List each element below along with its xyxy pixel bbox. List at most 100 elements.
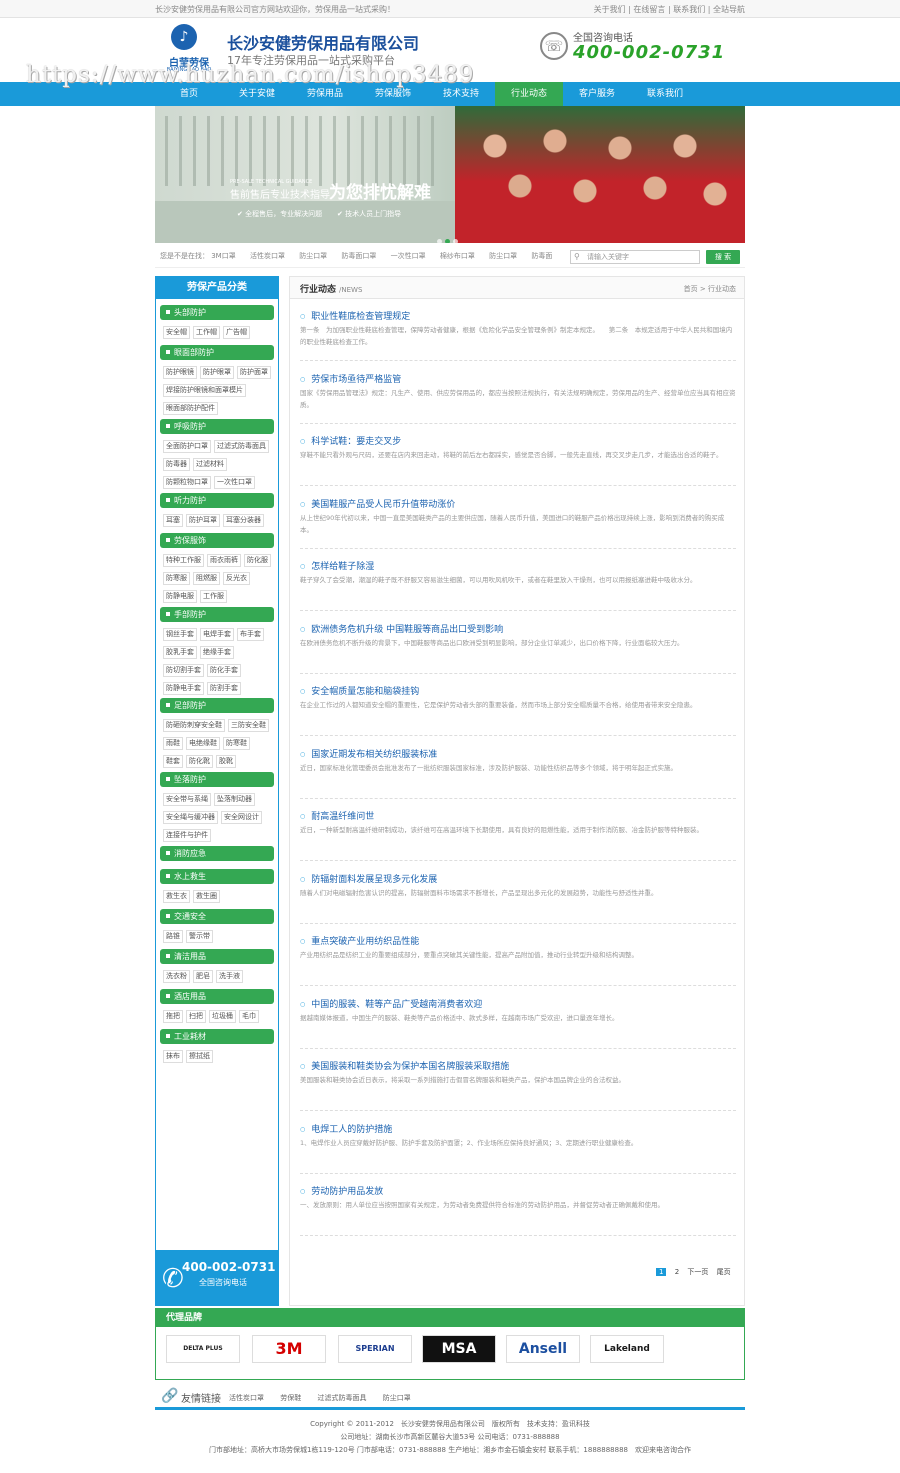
sidebar-category[interactable]: 呼吸防护 <box>160 419 274 434</box>
news-item-title[interactable]: 欧洲债务危机升级 中国鞋服等商品出口受到影响 <box>300 622 503 635</box>
sidebar-link[interactable]: 救生衣 <box>163 890 190 903</box>
news-item-title[interactable]: 安全帽质量怎能和脑袋挂钩 <box>300 684 419 697</box>
banner[interactable]: PRE-SALE TECHNICAL GUIDANCE 售前售后专业技术指导 为… <box>155 106 745 243</box>
page-next[interactable]: 下一页 <box>687 1267 708 1277</box>
sidebar-category[interactable]: 水上救生 <box>160 869 274 884</box>
friend-link[interactable]: 劳保鞋 <box>280 1394 301 1402</box>
sidebar-link[interactable]: 电焊手套 <box>200 628 234 641</box>
sidebar-link[interactable]: 三防安全鞋 <box>228 719 269 732</box>
sidebar-link[interactable]: 擦拭纸 <box>186 1050 213 1063</box>
sidebar-link[interactable]: 安全绳与缓冲器 <box>163 811 218 824</box>
search-input[interactable]: ⚲ 请输入关键字 <box>570 250 700 264</box>
banner-dot[interactable] <box>453 239 458 243</box>
sidebar-link[interactable]: 工作帽 <box>193 326 220 339</box>
sidebar-link[interactable]: 防静电服 <box>163 590 197 603</box>
sidebar-link[interactable]: 防化手套 <box>207 664 241 677</box>
sidebar-link[interactable]: 防寒鞋 <box>223 737 250 750</box>
brand-logo[interactable]: DELTA PLUS <box>166 1335 240 1363</box>
nav-service[interactable]: 客户服务 <box>563 82 631 106</box>
sidebar-link[interactable]: 防切割手套 <box>163 664 204 677</box>
sidebar-link[interactable]: 眼面部防护配件 <box>163 402 218 415</box>
sidebar-category[interactable]: 消防应急 <box>160 846 274 861</box>
sidebar-link[interactable]: 全面防护口罩 <box>163 440 211 453</box>
news-item-title[interactable]: 国家近期发布相关纺织服装标准 <box>300 747 437 760</box>
hot-keyword[interactable]: 活性炭口罩 <box>250 252 285 260</box>
nav-contact[interactable]: 联系我们 <box>631 82 699 106</box>
news-item-title[interactable]: 科学试鞋：要走交叉步 <box>300 434 401 447</box>
sidebar-link[interactable]: 坠落制动器 <box>214 793 255 806</box>
sidebar-link[interactable]: 广告帽 <box>223 326 250 339</box>
sidebar-category[interactable]: 劳保服饰 <box>160 533 274 548</box>
news-item-title[interactable]: 怎样给鞋子除湿 <box>300 559 374 572</box>
breadcrumb[interactable]: 首页 > 行业动态 <box>684 284 736 294</box>
sidebar-link[interactable]: 肥皂 <box>193 970 213 983</box>
brand-logo[interactable]: 3M <box>252 1335 326 1363</box>
top-links[interactable]: 关于我们 | 在线留言 | 联系我们 | 全站导航 <box>594 4 745 15</box>
sidebar-link[interactable]: 胶乳手套 <box>163 646 197 659</box>
sidebar-category[interactable]: 足部防护 <box>160 698 274 713</box>
brand-logo[interactable]: Ansell <box>506 1335 580 1363</box>
sidebar-link[interactable]: 安全网设计 <box>221 811 262 824</box>
news-item-title[interactable]: 美国鞋服产品受人民币升值带动涨价 <box>300 497 455 510</box>
page-last[interactable]: 尾页 <box>717 1267 731 1277</box>
sidebar-link[interactable]: 安全帽 <box>163 326 190 339</box>
sidebar-link[interactable]: 特种工作服 <box>163 554 204 567</box>
sidebar-link[interactable]: 洗衣粉 <box>163 970 190 983</box>
sidebar-link[interactable]: 防护耳罩 <box>186 514 220 527</box>
page-current[interactable]: 1 <box>656 1268 667 1276</box>
sidebar-link[interactable]: 防砸防刺穿安全鞋 <box>163 719 225 732</box>
sidebar-link[interactable]: 洗手液 <box>216 970 243 983</box>
sidebar-category[interactable]: 眼面部防护 <box>160 345 274 360</box>
news-item-title[interactable]: 劳保市场亟待严格监管 <box>300 372 401 385</box>
news-item-title[interactable]: 劳动防护用品发放 <box>300 1184 383 1197</box>
sidebar-category[interactable]: 清洁用品 <box>160 949 274 964</box>
sidebar-link[interactable]: 防颗粒物口罩 <box>163 476 211 489</box>
news-item-title[interactable]: 美国服装和鞋类协会为保护本国名牌服装采取措施 <box>300 1059 509 1072</box>
sidebar-link[interactable]: 鞋套 <box>163 755 183 768</box>
friend-link[interactable]: 防尘口罩 <box>383 1394 411 1402</box>
news-item-title[interactable]: 重点突破产业用纺织品性能 <box>300 934 419 947</box>
sidebar-link[interactable]: 防毒器 <box>163 458 190 471</box>
hot-keyword[interactable]: 防尘口罩 <box>299 252 327 260</box>
sidebar-link[interactable]: 扫把 <box>186 1010 206 1023</box>
sidebar-link[interactable]: 一次性口罩 <box>214 476 255 489</box>
sidebar-link[interactable]: 反光衣 <box>223 572 250 585</box>
brand-logo[interactable]: SPERIAN <box>338 1335 412 1363</box>
sidebar-link[interactable]: 垃圾桶 <box>209 1010 236 1023</box>
banner-dots[interactable] <box>437 237 461 243</box>
sidebar-link[interactable]: 胶靴 <box>216 755 236 768</box>
sidebar-link[interactable]: 电绝缘鞋 <box>186 737 220 750</box>
sidebar-link[interactable]: 绝缘手套 <box>200 646 234 659</box>
sidebar-category[interactable]: 酒店用品 <box>160 989 274 1004</box>
hot-keyword[interactable]: 防尘口罩 <box>489 252 517 260</box>
brand-logo[interactable]: Lakeland <box>590 1335 664 1363</box>
sidebar-link[interactable]: 雨鞋 <box>163 737 183 750</box>
sidebar-link[interactable]: 防寒服 <box>163 572 190 585</box>
friend-link[interactable]: 过滤式防毒面具 <box>317 1394 366 1402</box>
news-item-title[interactable]: 防辐射面料发展呈现多元化发展 <box>300 872 437 885</box>
sidebar-link[interactable]: 阻燃服 <box>193 572 220 585</box>
sidebar-link[interactable]: 防化靴 <box>186 755 213 768</box>
sidebar-link[interactable]: 抹布 <box>163 1050 183 1063</box>
hot-keyword[interactable]: 一次性口罩 <box>391 252 426 260</box>
sidebar-link[interactable]: 救生圈 <box>193 890 220 903</box>
sidebar-link[interactable]: 焊接防护眼镜和面罩模片 <box>163 384 246 397</box>
sidebar-link[interactable]: 毛巾 <box>239 1010 259 1023</box>
sidebar-link[interactable]: 耳塞分装器 <box>223 514 264 527</box>
news-item-title[interactable]: 耐高温纤维问世 <box>300 809 374 822</box>
sidebar-link[interactable]: 过滤材料 <box>193 458 227 471</box>
sidebar-link[interactable]: 防化服 <box>244 554 271 567</box>
news-item-title[interactable]: 职业性鞋底检查管理规定 <box>300 309 410 322</box>
sidebar-category[interactable]: 交通安全 <box>160 909 274 924</box>
brand-logo[interactable]: MSA <box>422 1335 496 1363</box>
sidebar-link[interactable]: 防割手套 <box>207 682 241 695</box>
sidebar-link[interactable]: 钢丝手套 <box>163 628 197 641</box>
news-item-title[interactable]: 中国的服装、鞋等产品广受越南消费者欢迎 <box>300 997 482 1010</box>
friend-link[interactable]: 活性炭口罩 <box>229 1394 264 1402</box>
sidebar-link[interactable]: 安全带与系绳 <box>163 793 211 806</box>
page-2[interactable]: 2 <box>675 1268 679 1276</box>
hot-keyword[interactable]: 防毒面 <box>531 252 552 260</box>
sidebar-category[interactable]: 听力防护 <box>160 493 274 508</box>
search-button[interactable]: 搜 索 <box>706 250 740 264</box>
sidebar-category[interactable]: 头部防护 <box>160 305 274 320</box>
